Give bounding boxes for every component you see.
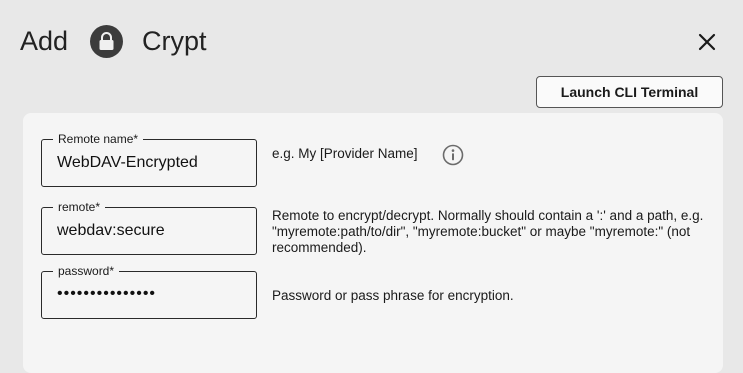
remote-name-field[interactable]: Remote name* WebDAV-Encrypted <box>41 132 257 187</box>
remote-field[interactable]: remote* webdav:secure <box>41 200 257 255</box>
close-icon[interactable] <box>693 28 721 56</box>
info-icon[interactable] <box>441 143 464 166</box>
remote-name-value: WebDAV-Encrypted <box>57 154 198 171</box>
remote-name-help: e.g. My [Provider Name] <box>272 146 418 161</box>
title-add-label: Add <box>20 26 69 56</box>
password-field[interactable]: password* ••••••••••••••• <box>41 264 257 319</box>
password-label: password* <box>53 264 120 278</box>
password-value: ••••••••••••••• <box>57 285 157 302</box>
password-help: Password or pass phrase for encryption. <box>272 288 514 303</box>
remote-label: remote* <box>53 200 106 214</box>
remote-value: webdav:secure <box>57 222 165 239</box>
remote-name-label: Remote name* <box>53 132 144 146</box>
dialog-header: Add Crypt <box>0 0 743 80</box>
remote-help: Remote to encrypt/decrypt. Normally shou… <box>272 208 704 255</box>
launch-cli-terminal-button[interactable]: Launch CLI Terminal <box>536 76 723 108</box>
lock-icon <box>90 25 123 58</box>
title-remote-type: Crypt <box>142 26 207 56</box>
